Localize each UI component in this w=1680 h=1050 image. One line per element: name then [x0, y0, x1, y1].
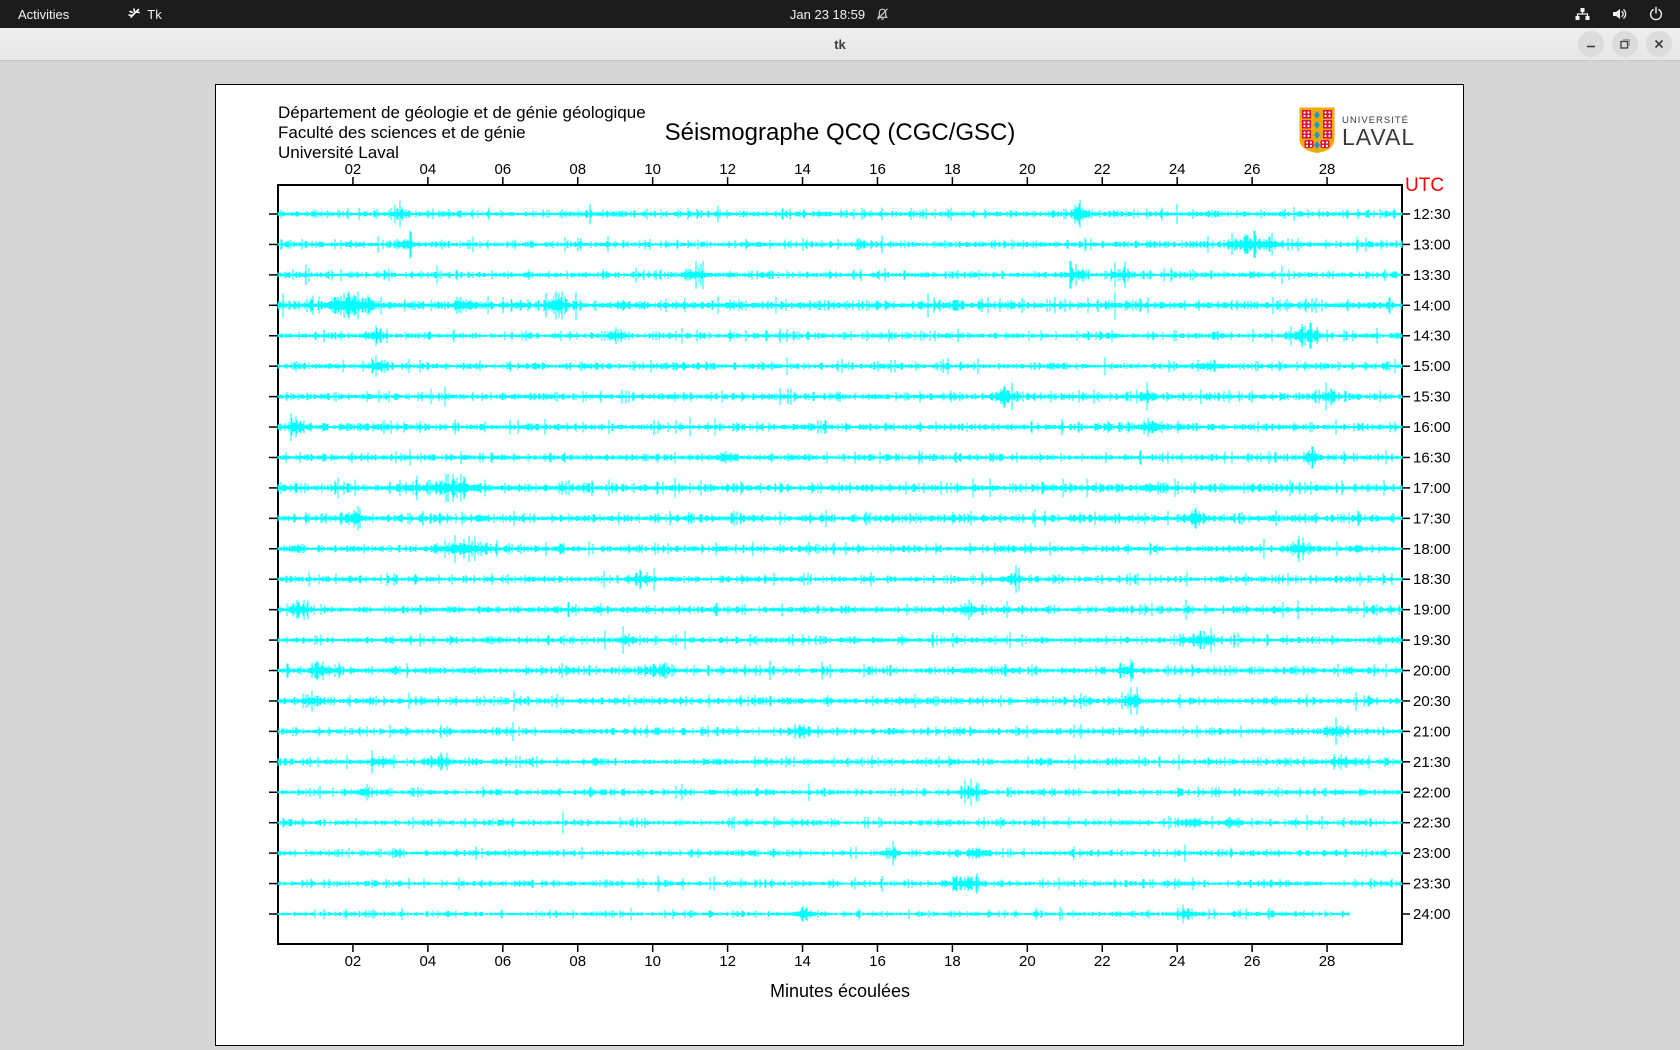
svg-text:22: 22 — [1094, 953, 1111, 970]
svg-text:13:00: 13:00 — [1413, 236, 1451, 253]
window-title: tk — [834, 36, 846, 52]
clock-area[interactable]: Jan 23 18:59 — [0, 0, 1680, 28]
svg-text:06: 06 — [494, 161, 511, 178]
svg-text:22: 22 — [1094, 161, 1111, 178]
svg-text:21:30: 21:30 — [1413, 754, 1451, 771]
svg-text:17:00: 17:00 — [1413, 480, 1451, 497]
svg-text:04: 04 — [420, 953, 437, 970]
svg-text:24:00: 24:00 — [1413, 906, 1451, 923]
svg-text:22:30: 22:30 — [1413, 815, 1451, 832]
svg-text:21:00: 21:00 — [1413, 723, 1451, 740]
minimize-button[interactable] — [1578, 31, 1604, 57]
tk-window-content: Département de géologie et de génie géol… — [0, 61, 1680, 1050]
volume-icon — [1611, 6, 1628, 22]
svg-text:18: 18 — [944, 161, 961, 178]
bell-muted-icon — [875, 7, 890, 22]
svg-text:08: 08 — [569, 161, 586, 178]
svg-text:24: 24 — [1169, 953, 1186, 970]
svg-text:20:00: 20:00 — [1413, 663, 1451, 680]
svg-text:10: 10 — [644, 161, 661, 178]
svg-text:18:30: 18:30 — [1413, 571, 1451, 588]
svg-text:15:30: 15:30 — [1413, 389, 1451, 406]
window-titlebar[interactable]: tk — [0, 28, 1680, 61]
system-status-area[interactable] — [1574, 0, 1680, 28]
svg-text:20: 20 — [1019, 161, 1036, 178]
svg-text:26: 26 — [1244, 953, 1261, 970]
svg-text:16:30: 16:30 — [1413, 449, 1451, 466]
svg-text:14: 14 — [794, 953, 811, 970]
gnome-top-bar: Activities Tk Jan 23 18:59 — [0, 0, 1680, 28]
svg-text:14:30: 14:30 — [1413, 328, 1451, 345]
svg-text:13:30: 13:30 — [1413, 267, 1451, 284]
close-button[interactable] — [1646, 31, 1672, 57]
svg-text:06: 06 — [494, 953, 511, 970]
svg-text:23:00: 23:00 — [1413, 845, 1451, 862]
svg-text:02: 02 — [345, 953, 362, 970]
svg-text:18:00: 18:00 — [1413, 541, 1451, 558]
svg-text:28: 28 — [1319, 953, 1336, 970]
svg-text:12: 12 — [719, 161, 736, 178]
clock-label: Jan 23 18:59 — [789, 6, 866, 22]
svg-text:08: 08 — [569, 953, 586, 970]
x-axis-title: Minutes écoulées — [769, 981, 911, 1001]
svg-text:20:30: 20:30 — [1413, 693, 1451, 710]
svg-text:24: 24 — [1169, 161, 1186, 178]
svg-text:12: 12 — [719, 953, 736, 970]
svg-text:19:30: 19:30 — [1413, 632, 1451, 649]
svg-text:20: 20 — [1019, 953, 1036, 970]
svg-text:14: 14 — [794, 161, 811, 178]
svg-text:19:00: 19:00 — [1413, 602, 1451, 619]
seismogram-plot: 02 02 04 04 06 06 08 08 10 10 12 12 14 14 16 16 18 18 20 20… — [269, 161, 1451, 970]
svg-text:26: 26 — [1244, 161, 1261, 178]
svg-text:14:00: 14:00 — [1413, 297, 1451, 314]
svg-text:15:00: 15:00 — [1413, 358, 1451, 375]
svg-text:12:30: 12:30 — [1413, 206, 1451, 223]
svg-text:18: 18 — [944, 953, 961, 970]
svg-text:10: 10 — [644, 953, 661, 970]
svg-text:23:30: 23:30 — [1413, 876, 1451, 893]
network-icon — [1574, 6, 1591, 22]
maximize-button[interactable] — [1612, 31, 1638, 57]
svg-text:28: 28 — [1319, 161, 1336, 178]
svg-text:22:00: 22:00 — [1413, 784, 1451, 801]
svg-text:17:30: 17:30 — [1413, 510, 1451, 527]
power-icon — [1648, 6, 1664, 22]
seismograph-canvas: Département de géologie et de génie géol… — [215, 84, 1464, 1046]
svg-text:16: 16 — [869, 161, 886, 178]
svg-text:16: 16 — [869, 953, 886, 970]
svg-text:16:00: 16:00 — [1413, 419, 1451, 436]
svg-text:04: 04 — [420, 161, 437, 178]
svg-text:02: 02 — [345, 161, 362, 178]
